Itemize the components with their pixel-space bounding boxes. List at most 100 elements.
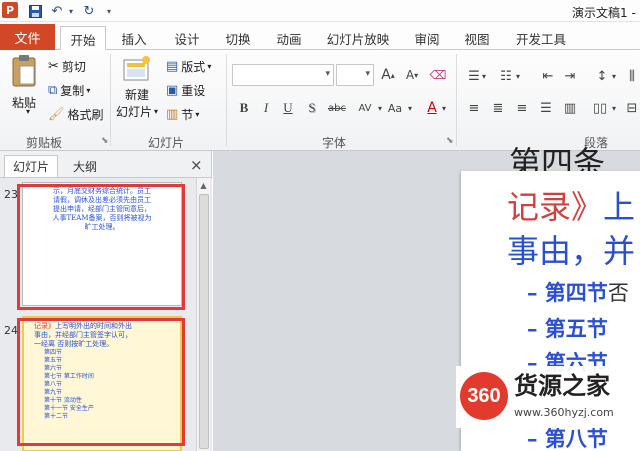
align-right-icon[interactable]: ≡: [512, 98, 532, 118]
close-icon[interactable]: ×: [190, 156, 203, 174]
new-slide-label-2: 幻灯片: [115, 105, 152, 119]
distribute-icon[interactable]: ▥: [560, 98, 580, 118]
increase-indent-icon[interactable]: ⇥: [560, 66, 580, 86]
slides-group-label: 幻灯片: [148, 136, 185, 150]
reset-label: 重设: [181, 84, 206, 98]
tab-view[interactable]: 视图: [456, 26, 498, 50]
slide-bullet: – 第八节: [527, 426, 608, 451]
tab-slides[interactable]: 幻灯片: [4, 155, 58, 177]
decrease-indent-icon[interactable]: ⇤: [538, 66, 558, 86]
shrink-font-button[interactable]: A ▾: [402, 65, 422, 85]
numbering-icon[interactable]: ☷: [496, 66, 516, 86]
tab-developer[interactable]: 开发工具: [508, 26, 574, 50]
bold-button[interactable]: B: [234, 98, 254, 118]
watermark-url: www.360hyzj.com: [514, 406, 614, 419]
save-icon[interactable]: [26, 2, 44, 20]
watermark-title: 货源之家: [514, 372, 610, 400]
slide-number: 24: [4, 324, 18, 337]
align-text-icon[interactable]: ⊟: [622, 98, 640, 118]
undo-icon[interactable]: ↶: [48, 2, 66, 20]
reset-icon: ▣: [166, 83, 179, 98]
text-direction-icon[interactable]: ⫼: [622, 66, 640, 86]
bullets-dropdown-icon[interactable]: ▾: [480, 66, 488, 86]
tab-design[interactable]: 设计: [166, 26, 208, 50]
title-bar: P ↶ ▾ ↻ ▾ 演示文稿1 -: [0, 0, 640, 22]
font-color-dropdown-icon[interactable]: ▾: [440, 98, 448, 118]
layout-dropdown-icon[interactable]: ▾: [207, 62, 211, 71]
change-case-button[interactable]: Aa: [384, 98, 406, 118]
slide-line-red: 记录》上: [507, 188, 636, 226]
tab-transitions[interactable]: 切换: [218, 26, 258, 50]
redo-icon[interactable]: ↻: [80, 2, 98, 20]
slide-number: 23: [4, 188, 18, 201]
strikethrough-button[interactable]: abc: [324, 98, 350, 118]
tab-home[interactable]: 开始: [60, 26, 106, 51]
tab-outline[interactable]: 大纲: [60, 155, 110, 177]
align-center-icon[interactable]: ≣: [488, 98, 508, 118]
watermark: 360 货源之家 www.360hyzj.com: [456, 366, 640, 428]
grow-font-button[interactable]: A ▴: [378, 65, 398, 85]
scroll-thumb[interactable]: [199, 194, 209, 449]
paste-dropdown-icon[interactable]: ▾: [26, 107, 30, 116]
shadow-button[interactable]: S: [302, 98, 322, 118]
case-dropdown-icon[interactable]: ▾: [406, 98, 414, 118]
group-divider: [110, 54, 111, 146]
tab-slideshow[interactable]: 幻灯片放映: [322, 26, 394, 50]
new-slide-label: 新建: [124, 88, 149, 102]
new-slide-dropdown-icon[interactable]: ▾: [154, 107, 158, 116]
slides-outline-pane: 幻灯片 大纲 × 23 示，月底交财务综合统计。员工 请假，调休及出差必须先由员…: [0, 151, 212, 451]
ribbon: 粘贴 ▾ ✂ 剪切 ⧉ 复制 ▾ 🖌 格式刷 剪贴板 ⬊ 新建 幻灯片 ▾ ▤ 版式 ▾ ▣ 重…: [0, 50, 640, 151]
cut-button[interactable]: ✂ 剪切: [48, 58, 86, 75]
new-slide-button[interactable]: 新建 幻灯片 ▾: [116, 54, 158, 128]
clear-format-icon[interactable]: ⌫: [428, 65, 448, 85]
copy-button[interactable]: ⧉ 复制 ▾: [48, 82, 90, 99]
columns-icon[interactable]: ▯▯: [590, 98, 610, 118]
reset-button[interactable]: ▣ 重设: [166, 82, 205, 99]
ribbon-tabs: 文件 开始 插入 设计 切换 动画 幻灯片放映 审阅 视图 开发工具: [0, 22, 640, 51]
layout-icon: ▤: [166, 59, 179, 74]
italic-button[interactable]: I: [256, 98, 276, 118]
clipboard-group-label: 剪贴板: [26, 136, 63, 150]
customize-toolbar-icon[interactable]: ▾: [104, 2, 114, 20]
spacing-dropdown-icon[interactable]: ▾: [376, 98, 384, 118]
format-painter-icon: 🖌: [48, 107, 65, 122]
window-title: 演示文稿1 -: [572, 6, 636, 20]
group-divider: [456, 54, 457, 146]
format-painter-button[interactable]: 🖌 格式刷: [48, 106, 104, 123]
section-dropdown-icon[interactable]: ▾: [195, 110, 199, 119]
font-size-select[interactable]: ▾: [336, 64, 374, 86]
slide-bullet: – 第五节: [527, 316, 608, 341]
section-button[interactable]: ▥ 节 ▾: [166, 106, 199, 123]
font-group-label: 字体: [322, 136, 347, 150]
scroll-up-icon[interactable]: ▲: [197, 178, 210, 192]
numbering-dropdown-icon[interactable]: ▾: [514, 66, 522, 86]
align-left-icon[interactable]: ≡: [464, 98, 484, 118]
group-divider: [226, 54, 227, 146]
clipboard-launcher-icon[interactable]: ⬊: [101, 136, 109, 146]
paste-icon: [12, 55, 36, 87]
chevron-down-icon: ▾: [325, 69, 330, 79]
paste-button[interactable]: 粘贴: [8, 54, 40, 126]
shrink-font-icon: A: [405, 68, 415, 82]
tab-insert[interactable]: 插入: [112, 26, 156, 50]
scissors-icon: ✂: [48, 59, 59, 74]
font-color-icon[interactable]: A: [422, 98, 442, 118]
line-spacing-dropdown-icon[interactable]: ▾: [610, 66, 618, 86]
tab-file[interactable]: 文件: [0, 24, 55, 50]
paste-label: 粘贴: [11, 96, 36, 110]
justify-icon[interactable]: ☰: [536, 98, 556, 118]
font-launcher-icon[interactable]: ⬊: [446, 136, 454, 146]
undo-dropdown-icon[interactable]: ▾: [66, 2, 76, 20]
tab-animations[interactable]: 动画: [268, 26, 310, 50]
underline-button[interactable]: U: [278, 98, 298, 118]
layout-button[interactable]: ▤ 版式 ▾: [166, 58, 211, 75]
columns-dropdown-icon[interactable]: ▾: [610, 98, 618, 118]
copy-dropdown-icon[interactable]: ▾: [86, 86, 90, 95]
char-spacing-button[interactable]: AV: [354, 98, 376, 118]
font-family-select[interactable]: ▾: [232, 64, 334, 86]
format-painter-label: 格式刷: [67, 108, 104, 122]
powerpoint-logo-icon: P: [2, 2, 18, 18]
tab-review[interactable]: 审阅: [406, 26, 448, 50]
thumbnail-scrollbar[interactable]: ▲: [196, 178, 210, 451]
line-spacing-icon[interactable]: ↕: [592, 66, 612, 86]
